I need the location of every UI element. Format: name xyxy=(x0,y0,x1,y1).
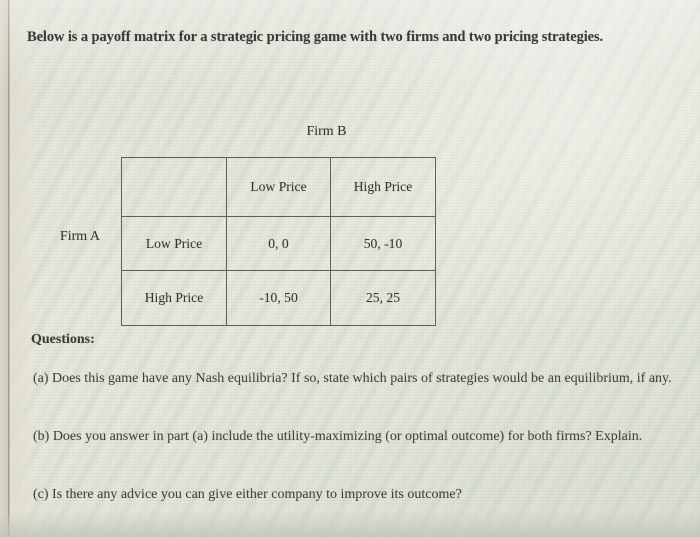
matrix-row: High Price -10, 50 25, 25 xyxy=(121,270,436,326)
matrix-cell-high-high: 25, 25 xyxy=(330,270,436,326)
paper-bottom-shadow xyxy=(0,511,700,537)
question-a: (a) Does this game have any Nash equilib… xyxy=(33,371,672,386)
question-b: (b) Does you answer in part (a) include … xyxy=(33,429,643,444)
matrix-cell-low-low: 0, 0 xyxy=(226,216,331,271)
matrix-column-header-high-price: High Price xyxy=(330,157,436,217)
payoff-matrix: Low Price High Price Low Price 0, 0 50, … xyxy=(121,157,436,326)
question-c: (c) Is there any advice you can give eit… xyxy=(33,487,462,502)
matrix-row-header-high-price: High Price xyxy=(121,270,227,326)
paper-left-band xyxy=(10,0,32,537)
document-page: Below is a payoff matrix for a strategic… xyxy=(0,0,700,537)
matrix-column-header-low-price: Low Price xyxy=(226,157,331,217)
matrix-cell-high-low: -10, 50 xyxy=(226,270,331,326)
matrix-corner-cell xyxy=(121,157,227,217)
matrix-cell-low-high: 50, -10 xyxy=(330,216,436,271)
matrix-header-row: Low Price High Price xyxy=(121,157,436,217)
questions-heading: Questions: xyxy=(31,332,95,347)
matrix-row-player-label: Firm A xyxy=(59,229,101,244)
prompt-text: Below is a payoff matrix for a strategic… xyxy=(27,29,604,45)
matrix-column-player-label: Firm B xyxy=(306,124,347,139)
matrix-row-header-low-price: Low Price xyxy=(121,216,227,271)
matrix-row: Low Price 0, 0 50, -10 xyxy=(121,216,436,271)
